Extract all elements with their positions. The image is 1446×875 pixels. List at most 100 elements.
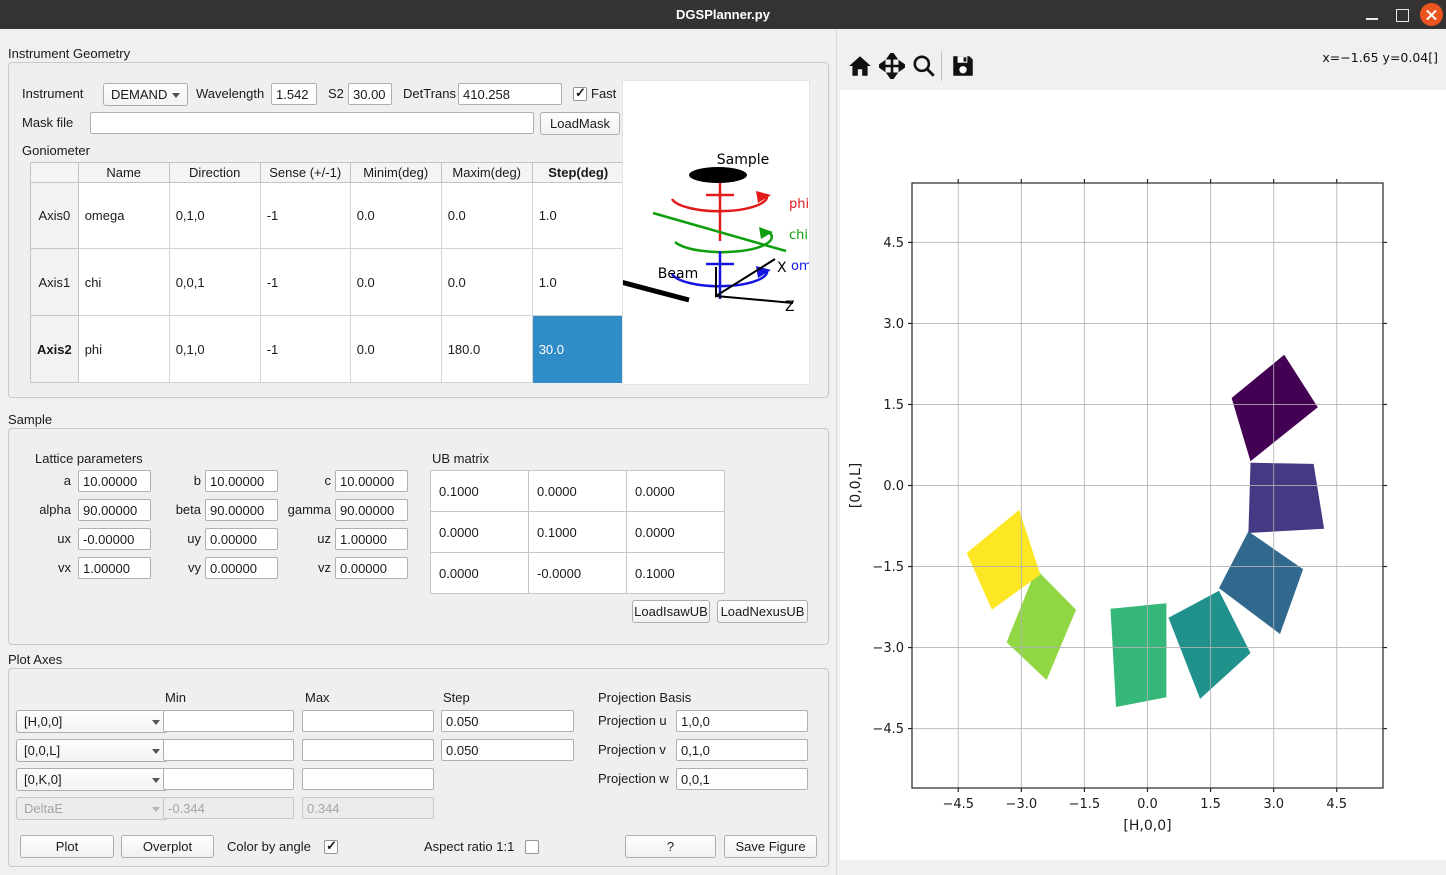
ub-cell-00[interactable]: 0.1000: [431, 471, 529, 512]
home-icon[interactable]: [847, 53, 873, 79]
x-tick-label: −3.0: [1006, 797, 1038, 812]
cell-axis0-step[interactable]: 1.0: [532, 183, 624, 249]
projection-u-input[interactable]: [676, 710, 808, 732]
dettrans-input[interactable]: [458, 83, 562, 105]
y-tick-label: −4.5: [872, 722, 904, 737]
window-title: DGSPlanner.py: [0, 0, 1446, 29]
projection-v-input[interactable]: [676, 739, 808, 761]
overplot-button[interactable]: Overplot: [121, 835, 214, 858]
lattice-a-input[interactable]: [78, 470, 151, 492]
y-tick-label: 4.5: [883, 236, 904, 251]
save-figure-button[interactable]: Save Figure: [724, 835, 817, 858]
minimize-button[interactable]: [1361, 3, 1384, 26]
col-header-max[interactable]: Maxim(deg): [441, 163, 532, 183]
plot-canvas[interactable]: −4.5−3.0−1.50.01.53.04.54.53.01.50.0−1.5…: [840, 90, 1446, 860]
ub-cell-20[interactable]: 0.0000: [431, 553, 529, 594]
dgsplanner-window: { "window": { "title": "DGSPlanner.py" }…: [0, 0, 1446, 875]
cell-axis1-min[interactable]: 0.0: [350, 249, 441, 316]
cell-axis1-name[interactable]: chi: [78, 249, 169, 316]
axis2-step-input[interactable]: [441, 739, 574, 761]
instrument-combo[interactable]: DEMAND: [103, 83, 188, 106]
axis1-step-input[interactable]: [441, 710, 574, 732]
lattice-uz-input[interactable]: [335, 528, 408, 550]
y-tick-label: 0.0: [883, 479, 904, 494]
col-header-sense[interactable]: Sense (+/-1): [260, 163, 350, 183]
ub-cell-10[interactable]: 0.0000: [431, 512, 529, 553]
lattice-vy-label: vy: [150, 557, 201, 579]
plot-button[interactable]: Plot: [20, 835, 114, 858]
axis3-min-input[interactable]: [163, 768, 294, 790]
cell-axis2-min[interactable]: 0.0: [350, 316, 441, 383]
ub-cell-11[interactable]: 0.1000: [529, 512, 627, 553]
zoom-icon[interactable]: [911, 53, 937, 79]
ub-row: 0.1000 0.0000 0.0000: [431, 471, 725, 512]
axis3-dimension-combo[interactable]: [0,K,0]: [16, 768, 168, 791]
load-nexus-ub-button[interactable]: LoadNexusUB: [717, 600, 808, 623]
cell-axis1-max[interactable]: 0.0: [441, 249, 532, 316]
close-button[interactable]: [1420, 3, 1443, 26]
ub-cell-22[interactable]: 0.1000: [627, 553, 725, 594]
wavelength-input[interactable]: [271, 83, 317, 105]
lattice-ux-input[interactable]: [78, 528, 151, 550]
cell-axis2-max[interactable]: 180.0: [441, 316, 532, 383]
cell-axis0-min[interactable]: 0.0: [350, 183, 441, 249]
ub-cell-12[interactable]: 0.0000: [627, 512, 725, 553]
lattice-alpha-input[interactable]: [78, 499, 151, 521]
lattice-b-label: b: [150, 470, 201, 492]
axis1-dimension-combo[interactable]: [H,0,0]: [16, 710, 168, 733]
x-tick-label: 1.5: [1200, 797, 1221, 812]
row-header-axis1[interactable]: Axis1: [31, 249, 79, 316]
cell-axis2-step-selected[interactable]: 30.0: [532, 316, 624, 383]
axis3-max-input[interactable]: [302, 768, 434, 790]
axis2-min-input[interactable]: [163, 739, 294, 761]
cell-axis0-sense[interactable]: -1: [260, 183, 350, 249]
ub-matrix-table: 0.1000 0.0000 0.0000 0.0000 0.1000 0.000…: [430, 470, 725, 594]
axis2-max-input[interactable]: [302, 739, 434, 761]
cell-axis0-max[interactable]: 0.0: [441, 183, 532, 249]
axis1-max-input[interactable]: [302, 710, 434, 732]
coverage-plot[interactable]: −4.5−3.0−1.50.01.53.04.54.53.01.50.0−1.5…: [840, 90, 1446, 860]
color-by-angle-checkbox[interactable]: [324, 840, 338, 854]
lattice-beta-input[interactable]: [205, 499, 278, 521]
col-header-min[interactable]: Minim(deg): [350, 163, 441, 183]
ub-cell-21[interactable]: -0.0000: [529, 553, 627, 594]
maximize-button[interactable]: [1391, 3, 1414, 26]
cell-axis0-name[interactable]: omega: [78, 183, 169, 249]
col-header-direction[interactable]: Direction: [169, 163, 260, 183]
s2-input[interactable]: [348, 83, 392, 105]
axis2-dimension-combo[interactable]: [0,0,L]: [16, 739, 168, 762]
sample-section-title: Sample: [8, 412, 52, 427]
cell-axis1-direction[interactable]: 0,0,1: [169, 249, 260, 316]
cell-axis1-sense[interactable]: -1: [260, 249, 350, 316]
pan-icon[interactable]: [879, 53, 905, 79]
axis1-dimension-value: [H,0,0]: [24, 714, 62, 729]
col-header-step[interactable]: Step(deg): [532, 163, 624, 183]
lattice-vx-input[interactable]: [78, 557, 151, 579]
mask-file-input[interactable]: [90, 112, 534, 134]
row-header-axis2[interactable]: Axis2: [31, 316, 79, 383]
mask-file-label: Mask file: [22, 112, 73, 134]
save-icon[interactable]: [950, 53, 976, 79]
lattice-vz-input[interactable]: [335, 557, 408, 579]
cell-axis1-step[interactable]: 1.0: [532, 249, 624, 316]
cell-axis2-sense[interactable]: -1: [260, 316, 350, 383]
aspect-ratio-checkbox[interactable]: [525, 840, 539, 854]
lattice-c-input[interactable]: [335, 470, 408, 492]
row-header-axis0[interactable]: Axis0: [31, 183, 79, 249]
ub-cell-02[interactable]: 0.0000: [627, 471, 725, 512]
help-button[interactable]: ?: [625, 835, 716, 858]
cell-axis2-direction[interactable]: 0,1,0: [169, 316, 260, 383]
ub-cell-01[interactable]: 0.0000: [529, 471, 627, 512]
lattice-b-input[interactable]: [205, 470, 278, 492]
load-mask-button[interactable]: LoadMask: [540, 112, 620, 135]
lattice-gamma-input[interactable]: [335, 499, 408, 521]
cell-axis2-name[interactable]: phi: [78, 316, 169, 383]
projection-w-input[interactable]: [676, 768, 808, 790]
cell-axis0-direction[interactable]: 0,1,0: [169, 183, 260, 249]
axis1-min-input[interactable]: [163, 710, 294, 732]
fast-checkbox[interactable]: [573, 87, 587, 101]
col-header-name[interactable]: Name: [78, 163, 169, 183]
lattice-vy-input[interactable]: [205, 557, 278, 579]
lattice-uy-input[interactable]: [205, 528, 278, 550]
load-isaw-ub-button[interactable]: LoadIsawUB: [632, 600, 710, 623]
